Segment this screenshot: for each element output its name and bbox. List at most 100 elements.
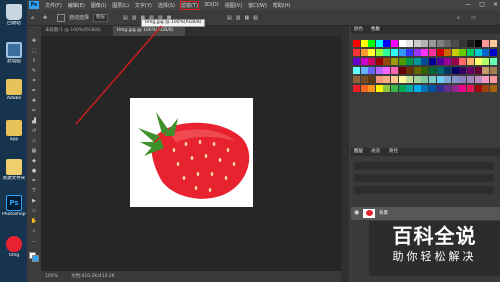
color-swatch[interactable]	[489, 76, 497, 83]
color-swatch[interactable]	[383, 85, 391, 92]
color-swatch[interactable]	[360, 85, 368, 92]
color-swatch[interactable]	[451, 76, 459, 83]
color-swatch[interactable]	[467, 67, 474, 74]
blur-tool-icon[interactable]: ◆	[30, 158, 38, 164]
color-swatch[interactable]	[413, 58, 421, 65]
color-swatch[interactable]	[368, 58, 376, 65]
menu-file[interactable]: 文件(F)	[45, 2, 62, 9]
color-swatch[interactable]	[406, 40, 414, 47]
pen-tool-icon[interactable]: ✒	[30, 178, 38, 184]
eraser-tool-icon[interactable]: ▱	[30, 138, 38, 144]
color-swatch[interactable]	[413, 49, 421, 56]
color-swatch[interactable]	[353, 49, 360, 56]
close-button[interactable]: ✕	[493, 1, 498, 9]
color-swatch[interactable]	[375, 58, 383, 65]
color-swatch[interactable]	[482, 49, 490, 56]
color-swatch[interactable]	[459, 67, 467, 74]
color-swatch[interactable]	[489, 67, 497, 74]
lock-row[interactable]	[354, 186, 494, 194]
color-swatch[interactable]	[467, 49, 474, 56]
color-swatch[interactable]	[451, 85, 459, 92]
color-swatch[interactable]	[398, 58, 406, 65]
color-swatch[interactable]	[398, 85, 406, 92]
layer-filter-row[interactable]	[354, 162, 494, 170]
eyedropper-tool-icon[interactable]: ✒	[30, 88, 38, 94]
menu-view[interactable]: 视图(V)	[225, 2, 242, 9]
menu-filter[interactable]: 滤镜(T)	[179, 0, 199, 10]
color-swatch[interactable]	[398, 40, 406, 47]
color-swatch[interactable]	[429, 67, 436, 74]
color-swatch[interactable]	[467, 58, 474, 65]
color-swatch[interactable]	[444, 40, 452, 47]
hand-tool-icon[interactable]: ✋	[30, 218, 38, 224]
color-swatch[interactable]	[451, 67, 459, 74]
desktop-icon-adobe[interactable]: Adobe	[2, 79, 26, 101]
search-icon[interactable]: ⌕	[457, 14, 460, 22]
background-color-swatch[interactable]	[32, 255, 39, 262]
move-tool-icon[interactable]: ✥	[30, 38, 38, 44]
history-brush-tool-icon[interactable]: ↺	[30, 128, 38, 134]
color-swatch[interactable]	[459, 76, 467, 83]
color-swatch[interactable]	[383, 76, 391, 83]
color-swatch[interactable]	[375, 67, 383, 74]
menu-select[interactable]: 选择(S)	[158, 2, 175, 9]
color-swatch[interactable]	[474, 40, 482, 47]
gradient-tool-icon[interactable]: ▦	[30, 148, 38, 154]
color-swatch[interactable]	[474, 76, 482, 83]
color-swatch[interactable]	[429, 40, 436, 47]
more-tools-icon[interactable]: …	[30, 238, 38, 244]
color-swatch[interactable]	[368, 76, 376, 83]
color-swatch[interactable]	[489, 40, 497, 47]
color-swatch[interactable]	[451, 58, 459, 65]
color-swatch[interactable]	[429, 58, 436, 65]
color-swatch[interactable]	[360, 40, 368, 47]
color-swatch[interactable]	[444, 85, 452, 92]
color-swatch[interactable]	[406, 49, 414, 56]
menu-window[interactable]: 窗口(W)	[248, 2, 267, 9]
color-swatch[interactable]	[451, 40, 459, 47]
color-swatch[interactable]	[353, 58, 360, 65]
tab-timg[interactable]: timg.jpg @ 100%(RGB/8)	[113, 26, 185, 36]
color-swatch[interactable]	[482, 76, 490, 83]
color-swatch[interactable]	[489, 49, 497, 56]
workspace-icon[interactable]: ▭	[471, 14, 476, 22]
desktop-icon-new-folder[interactable]: 新建文件夹	[2, 159, 26, 181]
type-tool-icon[interactable]: T	[30, 188, 38, 194]
color-swatch[interactable]	[391, 76, 398, 83]
color-swatch[interactable]	[353, 76, 360, 83]
color-swatch[interactable]	[375, 85, 383, 92]
color-swatch[interactable]	[421, 76, 429, 83]
color-swatch[interactable]	[421, 49, 429, 56]
color-swatch[interactable]	[436, 85, 444, 92]
color-swatch[interactable]	[421, 40, 429, 47]
color-swatch[interactable]	[368, 40, 376, 47]
menu-help[interactable]: 帮助(H)	[273, 2, 291, 9]
color-swatch[interactable]	[406, 58, 414, 65]
tab-layers[interactable]: 图层	[354, 148, 363, 156]
clone-stamp-tool-icon[interactable]: ▟	[30, 118, 38, 124]
distribute-icons[interactable]: ▤▥▦▧	[227, 14, 262, 22]
desktop-icon-timg[interactable]: timg	[2, 236, 26, 258]
color-swatch[interactable]	[406, 85, 414, 92]
color-swatch[interactable]	[391, 67, 398, 74]
color-swatch[interactable]	[459, 49, 467, 56]
tab-paths[interactable]: 路径	[389, 148, 398, 156]
color-swatch[interactable]	[353, 67, 360, 74]
color-swatch[interactable]	[413, 67, 421, 74]
home-icon[interactable]: ⌂	[31, 14, 34, 22]
tab-untitled[interactable]: 未标题-1 @ 100%(RGB/8)	[41, 26, 111, 36]
shape-tool-icon[interactable]: ▭	[30, 208, 38, 214]
color-swatch[interactable]	[383, 40, 391, 47]
color-swatch[interactable]	[474, 85, 482, 92]
color-swatch[interactable]	[436, 67, 444, 74]
color-swatch[interactable]	[429, 85, 436, 92]
color-swatch[interactable]	[482, 40, 490, 47]
color-swatch[interactable]	[459, 40, 467, 47]
color-swatch[interactable]	[482, 58, 490, 65]
color-swatch[interactable]	[467, 76, 474, 83]
auto-select-target-dropdown[interactable]: 图层	[93, 14, 108, 22]
desktop-icon-computer[interactable]: 此电脑	[2, 42, 26, 64]
color-swatch[interactable]	[459, 85, 467, 92]
menu-type[interactable]: 文字(Y)	[135, 2, 152, 9]
maximize-button[interactable]: □	[479, 1, 485, 9]
